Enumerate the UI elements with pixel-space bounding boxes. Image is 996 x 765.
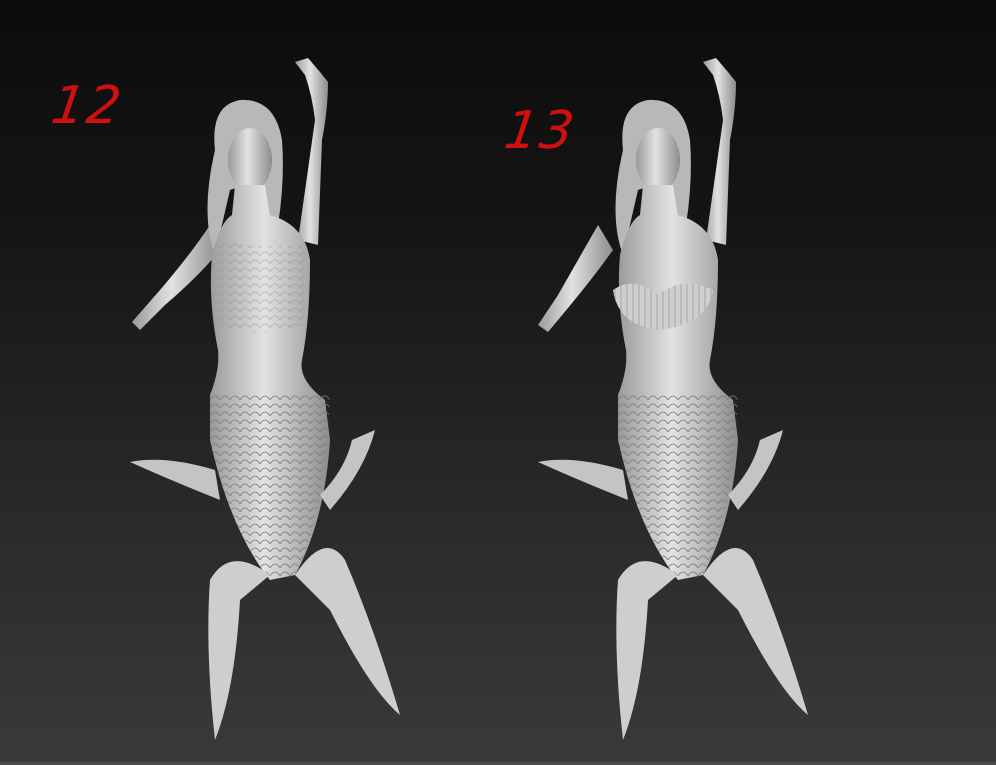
version-label-12: 12 [47,76,127,136]
render-viewport: 12 13 [0,0,996,765]
mermaid-model-13 [538,58,808,740]
mermaid-model-12 [130,58,400,740]
